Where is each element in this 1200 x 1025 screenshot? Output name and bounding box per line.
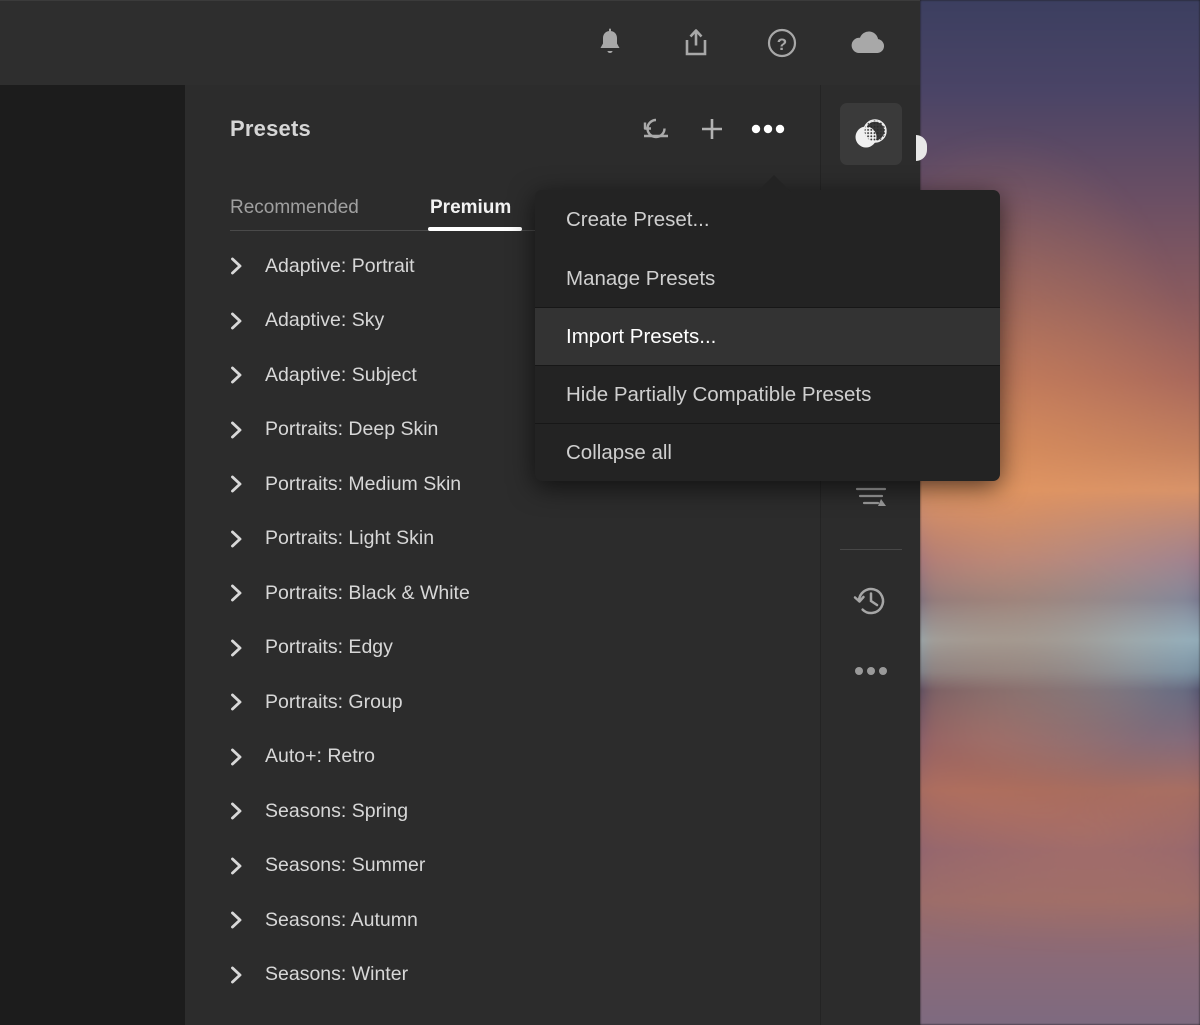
preset-label: Seasons: Summer: [265, 854, 426, 877]
list-item[interactable]: Portraits: Edgy: [230, 621, 900, 676]
chevron-right-icon: [230, 365, 243, 385]
page-title: Presets: [230, 116, 311, 141]
preset-label: Auto+: Retro: [265, 745, 376, 768]
active-tab-indicator: [428, 227, 522, 231]
chevron-right-icon: [230, 856, 243, 876]
preset-label: Portraits: Light Skin: [265, 527, 435, 550]
panel-header: Presets: [185, 85, 900, 173]
list-item[interactable]: Portraits: Black & White: [230, 566, 900, 621]
history-clock-icon[interactable]: [840, 570, 902, 632]
rail-divider: [839, 549, 902, 550]
top-toolbar: ?: [0, 0, 920, 85]
chevron-right-icon: [230, 583, 243, 603]
chevron-right-icon: [230, 474, 243, 494]
notifications-bell-icon[interactable]: [588, 21, 632, 65]
list-item[interactable]: Seasons: Autumn: [230, 893, 900, 948]
chevron-right-icon: [230, 256, 243, 276]
cloud-sync-icon[interactable]: [846, 21, 890, 65]
preset-label: Seasons: Winter: [265, 963, 409, 986]
preset-label: Seasons: Spring: [265, 799, 409, 822]
share-export-icon[interactable]: [674, 21, 718, 65]
menu-item-collapse-all[interactable]: Collapse all: [535, 424, 1000, 481]
tab-recommended[interactable]: Recommended: [230, 197, 359, 219]
menu-item-import-presets[interactable]: Import Presets...: [535, 308, 1000, 365]
chevron-right-icon: [230, 801, 243, 821]
chevron-right-icon: [230, 910, 243, 930]
chevron-right-icon: [230, 692, 243, 712]
chevron-right-icon: [230, 747, 243, 767]
list-item[interactable]: Portraits: Group: [230, 675, 900, 730]
presets-tool-icon[interactable]: [839, 103, 902, 165]
chevron-right-icon: [230, 638, 243, 658]
panel-header-actions: [639, 112, 785, 146]
list-item[interactable]: Seasons: Winter: [230, 948, 900, 1003]
list-item[interactable]: Portraits: Light Skin: [230, 512, 900, 567]
menu-pointer-caret: [757, 175, 791, 192]
help-circle-icon[interactable]: ?: [760, 21, 804, 65]
svg-text:?: ?: [777, 35, 787, 54]
rail-more-icon[interactable]: [840, 640, 902, 702]
list-item[interactable]: Auto+: Retro: [230, 730, 900, 785]
photo-preview-background: [920, 0, 1200, 1025]
list-item[interactable]: Seasons: Summer: [230, 839, 900, 894]
add-preset-icon[interactable]: [695, 112, 729, 146]
chevron-right-icon: [230, 420, 243, 440]
chevron-right-icon: [230, 965, 243, 985]
chevron-right-icon: [230, 311, 243, 331]
preset-label: Portraits: Edgy: [265, 636, 393, 659]
tab-premium[interactable]: Premium: [430, 197, 511, 219]
chevron-right-icon: [230, 529, 243, 549]
menu-item-manage-presets[interactable]: Manage Presets: [535, 250, 1000, 307]
preset-options-menu: Create Preset... Manage Presets Import P…: [535, 190, 1000, 481]
preset-label: Portraits: Deep Skin: [265, 418, 439, 441]
preset-label: Seasons: Autumn: [265, 908, 418, 931]
lightroom-editor-window: ? Presets Recommended Premium Adaptive: …: [0, 0, 1200, 1025]
preset-label: Portraits: Medium Skin: [265, 472, 462, 495]
preset-label: Portraits: Black & White: [265, 581, 470, 604]
menu-item-hide-partially-compatible[interactable]: Hide Partially Compatible Presets: [535, 366, 1000, 423]
list-item[interactable]: Seasons: Spring: [230, 784, 900, 839]
menu-item-create-preset[interactable]: Create Preset...: [535, 190, 1000, 250]
editor-canvas: [0, 85, 185, 1025]
reset-undo-icon[interactable]: [639, 112, 673, 146]
preset-label: Adaptive: Portrait: [265, 254, 415, 277]
preset-label: Adaptive: Subject: [265, 363, 417, 386]
more-options-icon[interactable]: [751, 112, 785, 146]
preset-label: Portraits: Group: [265, 690, 403, 713]
preset-label: Adaptive: Sky: [265, 309, 385, 332]
